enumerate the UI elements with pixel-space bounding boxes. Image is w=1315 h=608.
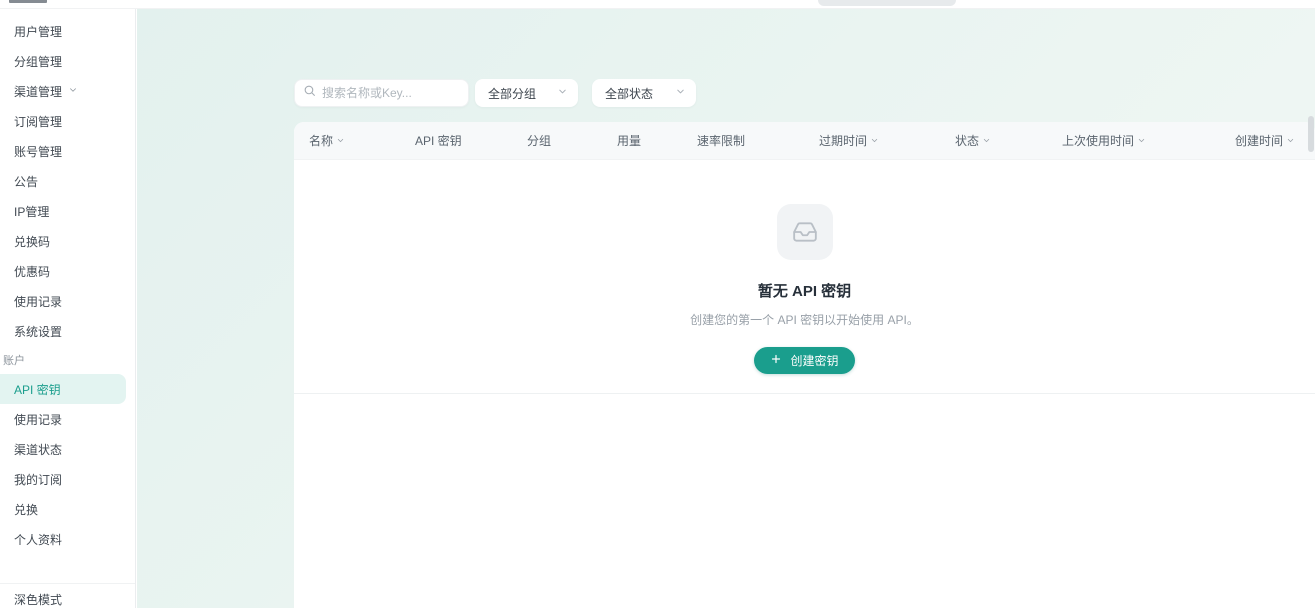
dark-mode-toggle[interactable]: 深色模式 <box>0 583 135 608</box>
sidebar-item[interactable]: 优惠码 <box>0 256 135 286</box>
sidebar-item-label: 优惠码 <box>14 263 50 280</box>
clipped-menu-item <box>9 0 47 3</box>
chevron-down-icon <box>675 86 686 100</box>
sidebar-item[interactable]: API 密钥 <box>0 374 126 404</box>
sidebar-item[interactable]: 我的订阅 <box>0 464 135 494</box>
status-filter-select[interactable]: 全部状态 <box>592 79 696 107</box>
group-filter-value: 全部分组 <box>488 85 536 102</box>
sidebar-item[interactable]: 渠道管理 <box>0 76 135 106</box>
sidebar-item-label: 渠道管理 <box>14 83 62 100</box>
inbox-icon <box>777 204 833 260</box>
table-column-header[interactable]: 过期时间 <box>819 132 955 149</box>
table-column-label: 上次使用时间 <box>1062 132 1134 149</box>
sidebar-item[interactable]: 账号管理 <box>0 136 135 166</box>
table-column-header[interactable]: 上次使用时间 <box>1062 132 1235 149</box>
clipped-top-pill <box>818 0 956 6</box>
sidebar: 用户管理分组管理渠道管理订阅管理账号管理公告IP管理兑换码优惠码使用记录系统设置… <box>0 9 136 608</box>
sidebar-item-label: 账号管理 <box>14 143 62 160</box>
top-strip <box>0 0 1315 9</box>
sidebar-item-label: 我的订阅 <box>14 471 62 488</box>
table-column-label: 速率限制 <box>697 132 745 149</box>
sidebar-item-label: 个人资料 <box>14 531 62 548</box>
table-end-divider <box>294 393 1315 394</box>
chevron-down-icon <box>68 84 78 98</box>
dark-mode-label: 深色模式 <box>14 593 62 607</box>
sidebar-item[interactable]: 个人资料 <box>0 524 135 554</box>
create-key-empty-label: 创建密钥 <box>790 352 838 369</box>
sort-chevron-icon <box>870 134 879 148</box>
empty-state-title: 暂无 API 密钥 <box>758 280 851 301</box>
sidebar-item-label: 用户管理 <box>14 23 62 40</box>
chevron-down-icon <box>557 86 568 100</box>
sidebar-item-label: 兑换码 <box>14 233 50 250</box>
search-box <box>294 79 469 107</box>
table-column-header: API 密钥 <box>415 132 527 149</box>
table-column-header: 分组 <box>527 132 617 149</box>
sidebar-item[interactable]: 用户管理 <box>0 16 135 46</box>
table-column-header: 速率限制 <box>697 132 819 149</box>
plus-icon <box>770 353 782 368</box>
sidebar-section-label: 账户 <box>0 352 135 370</box>
status-filter-value: 全部状态 <box>605 85 653 102</box>
sidebar-item[interactable]: 公告 <box>0 166 135 196</box>
sidebar-item[interactable]: 订阅管理 <box>0 106 135 136</box>
table-column-header[interactable]: 创建时间 <box>1235 132 1315 149</box>
table-column-label: 分组 <box>527 132 551 149</box>
sidebar-item-label: 分组管理 <box>14 53 62 70</box>
sidebar-item[interactable]: IP管理 <box>0 196 135 226</box>
table-column-label: 用量 <box>617 132 641 149</box>
search-input[interactable] <box>322 86 460 100</box>
sidebar-item-label: 系统设置 <box>14 323 62 340</box>
sidebar-item-label: API 密钥 <box>14 381 61 398</box>
sidebar-item-label: 兑换 <box>14 501 38 518</box>
sort-chevron-icon <box>1286 134 1295 148</box>
sidebar-item-label: 公告 <box>14 173 38 190</box>
sidebar-item[interactable]: 分组管理 <box>0 46 135 76</box>
sidebar-item-label: IP管理 <box>14 203 49 220</box>
empty-state-description: 创建您的第一个 API 密钥以开始使用 API。 <box>690 311 919 328</box>
sidebar-item[interactable]: 兑换码 <box>0 226 135 256</box>
sidebar-item[interactable]: 使用记录 <box>0 286 135 316</box>
table-column-label: 过期时间 <box>819 132 867 149</box>
table-column-header[interactable]: 状态 <box>955 132 1062 149</box>
sort-chevron-icon <box>336 134 345 148</box>
vertical-scrollbar-thumb[interactable] <box>1308 116 1314 152</box>
table-column-label: 名称 <box>309 132 333 149</box>
group-filter-select[interactable]: 全部分组 <box>475 79 578 107</box>
sidebar-item-label: 使用记录 <box>14 293 62 310</box>
sort-chevron-icon <box>1137 134 1146 148</box>
sidebar-item[interactable]: 兑换 <box>0 494 135 524</box>
sidebar-menu: 用户管理分组管理渠道管理订阅管理账号管理公告IP管理兑换码优惠码使用记录系统设置… <box>0 16 135 554</box>
table-column-label: 状态 <box>955 132 979 149</box>
api-keys-table-card: 名称API 密钥分组用量速率限制过期时间状态上次使用时间创建时间操作 暂无 AP… <box>294 122 1315 608</box>
table-column-label: 创建时间 <box>1235 132 1283 149</box>
sidebar-item-label: 订阅管理 <box>14 113 62 130</box>
sidebar-item[interactable]: 使用记录 <box>0 404 135 434</box>
sidebar-item[interactable]: 渠道状态 <box>0 434 135 464</box>
table-column-header[interactable]: 名称 <box>309 132 415 149</box>
table-column-header: 用量 <box>617 132 697 149</box>
sidebar-item[interactable]: 系统设置 <box>0 316 135 346</box>
sidebar-item-label: 渠道状态 <box>14 441 62 458</box>
table-column-label: API 密钥 <box>415 132 462 149</box>
create-key-button-empty[interactable]: 创建密钥 <box>754 347 854 374</box>
search-icon <box>303 84 316 102</box>
sidebar-item-label: 使用记录 <box>14 411 62 428</box>
main-content: 创建密钥 全部分组 全部状态 名称 API 密钥 分组 用量 速率限制 过期时间 状态 上次使… <box>137 9 1315 608</box>
empty-state: 暂无 API 密钥 创建您的第一个 API 密钥以开始使用 API。 创建密钥 <box>294 160 1315 374</box>
table-header-row: 名称API 密钥分组用量速率限制过期时间状态上次使用时间创建时间操作 <box>294 122 1315 160</box>
sort-chevron-icon <box>982 134 991 148</box>
